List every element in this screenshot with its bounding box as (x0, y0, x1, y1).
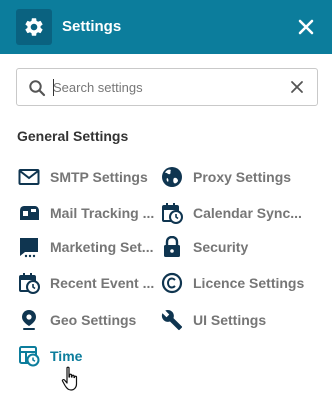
setting-item-mail-tracking[interactable]: Mail Tracking ... (17, 200, 157, 226)
setting-item-smtp[interactable]: SMTP Settings (17, 164, 157, 190)
section-title: General Settings (17, 128, 129, 144)
setting-item-recent-event[interactable]: Recent Event ... (17, 270, 157, 296)
search-input[interactable] (53, 77, 283, 97)
globe-icon (160, 165, 184, 189)
calendar-clock-icon (17, 271, 41, 295)
mailbox-icon (17, 201, 41, 225)
settings-gear-button[interactable] (16, 9, 52, 45)
setting-item-security[interactable]: Security (160, 234, 310, 260)
close-icon (298, 19, 314, 35)
setting-item-label: Geo Settings (50, 312, 137, 328)
setting-item-label: Mail Tracking ... (50, 205, 155, 221)
setting-item-label: Marketing Set... (50, 239, 154, 255)
lock-icon (160, 235, 184, 259)
clear-icon[interactable] (289, 79, 305, 95)
calendar-clock-icon (160, 201, 184, 225)
envelope-icon (17, 165, 41, 189)
setting-item-calendar-sync[interactable]: Calendar Sync... (160, 200, 310, 226)
hand-pointer-cursor-icon (61, 366, 78, 391)
copyright-icon (160, 271, 184, 295)
setting-item-label: Time (50, 348, 83, 364)
setting-item-ui[interactable]: UI Settings (160, 307, 310, 333)
wrench-icon (160, 308, 184, 332)
setting-item-geo[interactable]: Geo Settings (17, 307, 157, 333)
setting-item-label: Proxy Settings (193, 169, 292, 185)
chat-bubble-icon (17, 235, 41, 259)
setting-item-label: UI Settings (193, 312, 267, 328)
setting-item-label: Licence Settings (193, 275, 305, 291)
setting-item-label: Recent Event ... (50, 275, 155, 291)
setting-item-proxy[interactable]: Proxy Settings (160, 164, 310, 190)
text-caret (53, 79, 54, 96)
setting-item-label: SMTP Settings (50, 169, 148, 185)
close-button[interactable] (296, 15, 316, 39)
setting-item-label: Security (193, 239, 249, 255)
setting-item-label: Calendar Sync... (193, 205, 302, 221)
search-box (16, 68, 318, 106)
setting-item-marketing[interactable]: Marketing Set... (17, 234, 157, 260)
page-title: Settings (62, 18, 122, 35)
location-pin-icon (17, 308, 41, 332)
setting-item-time[interactable]: Time (17, 343, 157, 369)
gear-icon (25, 18, 43, 36)
setting-item-licence[interactable]: Licence Settings (160, 270, 310, 296)
search-icon (29, 80, 46, 97)
time-table-icon (17, 344, 41, 368)
settings-header: Settings (0, 0, 332, 54)
